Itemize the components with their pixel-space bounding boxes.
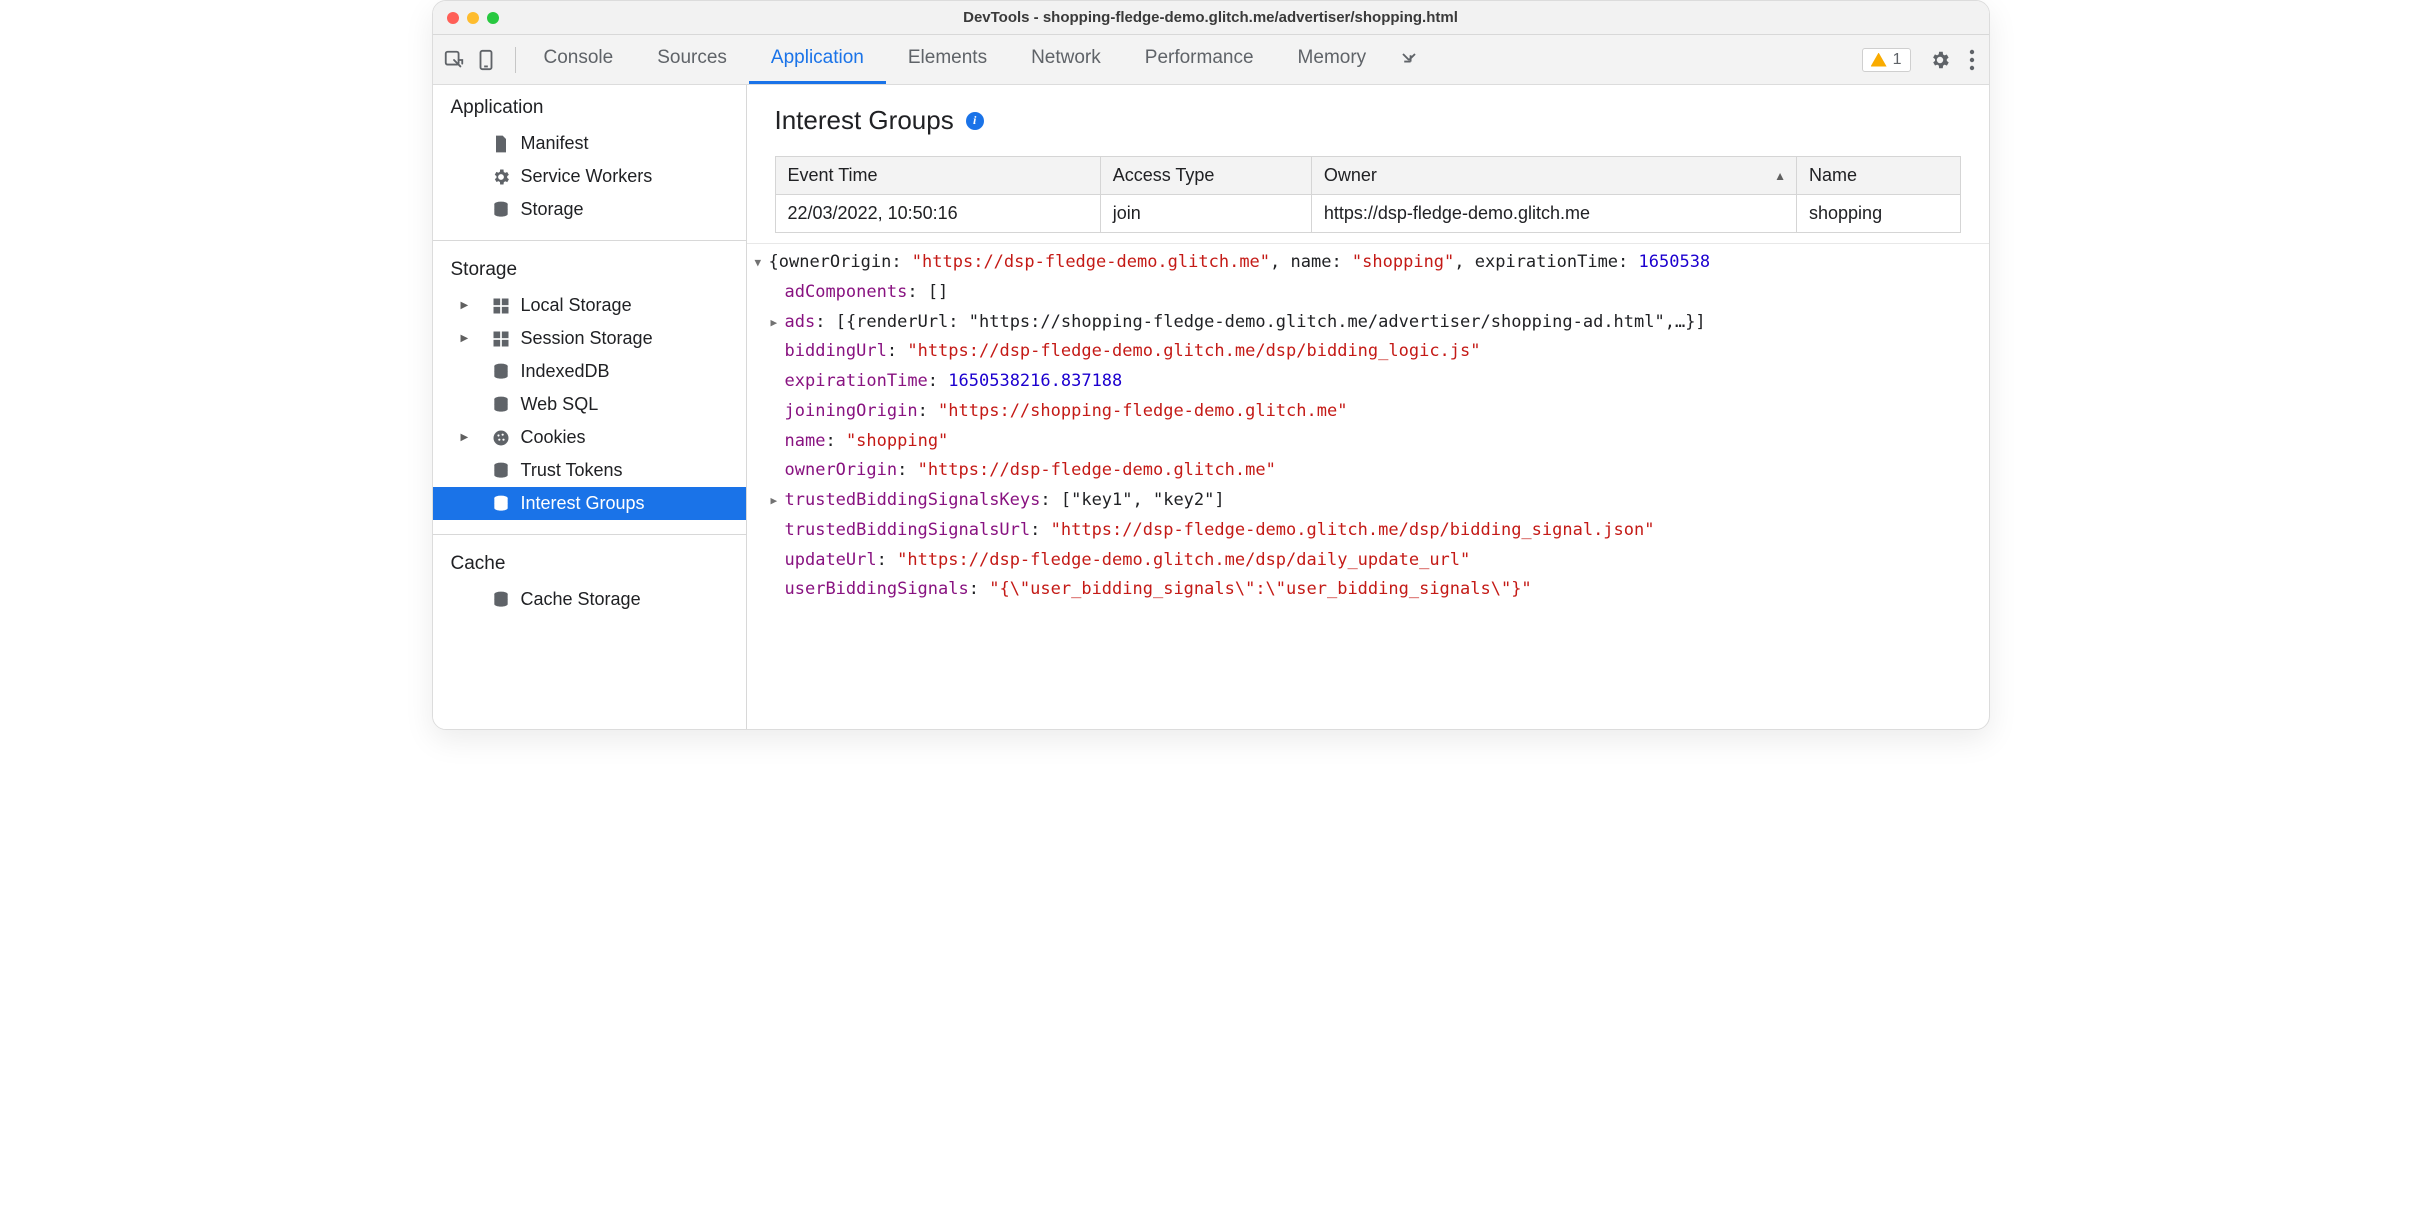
- window-title: DevTools - shopping-fledge-demo.glitch.m…: [433, 9, 1989, 26]
- table-row[interactable]: 22/03/2022, 10:50:16joinhttps://dsp-fled…: [775, 195, 1960, 233]
- sidebar-item-label: Cache Storage: [521, 589, 641, 610]
- tree-row[interactable]: trustedBiddingSignalsUrl: "https://dsp-f…: [755, 516, 1979, 546]
- tab-memory[interactable]: Memory: [1276, 35, 1389, 84]
- tree-row[interactable]: ▶trustedBiddingSignalsKeys: ["key1", "ke…: [755, 486, 1979, 516]
- application-sidebar: Application Manifest Service Workers Storag…: [433, 85, 747, 729]
- sidebar-item-label: Service Workers: [521, 166, 653, 187]
- sort-indicator-icon: ▲: [1774, 169, 1786, 183]
- devtools-tabs: ConsoleSourcesApplicationElementsNetwork…: [522, 35, 1389, 84]
- sidebar-item-trust-tokens[interactable]: Trust Tokens: [433, 454, 746, 487]
- settings-icon[interactable]: [1929, 49, 1951, 71]
- sidebar-item-label: Local Storage: [521, 295, 632, 316]
- sidebar-item-label: Session Storage: [521, 328, 653, 349]
- sidebar-item-manifest[interactable]: Manifest: [433, 127, 746, 160]
- tree-row[interactable]: ownerOrigin: "https://dsp-fledge-demo.gl…: [755, 456, 1979, 486]
- sidebar-item-indexeddb[interactable]: IndexedDB: [433, 355, 746, 388]
- traffic-lights[interactable]: [447, 12, 499, 24]
- file-icon: [491, 134, 511, 154]
- table-cell: https://dsp-fledge-demo.glitch.me: [1311, 195, 1796, 233]
- close-window-button[interactable]: [447, 12, 459, 24]
- sidebar-item-label: Interest Groups: [521, 493, 645, 514]
- panel-header: Interest Groups i: [747, 85, 1989, 150]
- tree-row[interactable]: expirationTime: 1650538216.837188: [755, 367, 1979, 397]
- kebab-menu-icon[interactable]: [1969, 49, 1975, 71]
- panel-title: Interest Groups: [775, 105, 954, 136]
- tab-performance[interactable]: Performance: [1123, 35, 1276, 84]
- sidebar-item-label: Manifest: [521, 133, 589, 154]
- more-tabs-icon[interactable]: [1388, 35, 1430, 84]
- db-icon: [491, 590, 511, 610]
- db-icon: [491, 395, 511, 415]
- sidebar-item-cookies[interactable]: Cookies: [433, 421, 746, 454]
- caret-down-icon[interactable]: ▼: [755, 253, 769, 272]
- tree-row[interactable]: userBiddingSignals: "{\"user_bidding_sig…: [755, 575, 1979, 605]
- tree-row[interactable]: updateUrl: "https://dsp-fledge-demo.glit…: [755, 546, 1979, 576]
- maximize-window-button[interactable]: [487, 12, 499, 24]
- tab-sources[interactable]: Sources: [635, 35, 749, 84]
- interest-groups-table: Event TimeAccess TypeOwner▲Name 22/03/20…: [775, 156, 1961, 233]
- tree-row[interactable]: joiningOrigin: "https://shopping-fledge-…: [755, 397, 1979, 427]
- sidebar-item-cache-storage[interactable]: Cache Storage: [433, 583, 746, 616]
- tree-row[interactable]: biddingUrl: "https://dsp-fledge-demo.gli…: [755, 337, 1979, 367]
- sidebar-item-label: Storage: [521, 199, 584, 220]
- devtools-window: DevTools - shopping-fledge-demo.glitch.m…: [432, 0, 1990, 730]
- sidebar-item-service-workers[interactable]: Service Workers: [433, 160, 746, 193]
- tab-elements[interactable]: Elements: [886, 35, 1009, 84]
- info-icon[interactable]: i: [966, 112, 984, 130]
- sidebar-item-web-sql[interactable]: Web SQL: [433, 388, 746, 421]
- db-icon: [491, 494, 511, 514]
- db-icon: [491, 362, 511, 382]
- table-cell: join: [1100, 195, 1311, 233]
- tab-application[interactable]: Application: [749, 35, 886, 84]
- table-cell: shopping: [1797, 195, 1960, 233]
- cookie-icon: [491, 428, 511, 448]
- db-icon: [491, 461, 511, 481]
- col-owner[interactable]: Owner▲: [1311, 157, 1796, 195]
- sidebar-item-local-storage[interactable]: Local Storage: [433, 289, 746, 322]
- tree-row[interactable]: name: "shopping": [755, 427, 1979, 457]
- warning-count: 1: [1893, 51, 1902, 69]
- sidebar-item-label: IndexedDB: [521, 361, 610, 382]
- tree-row[interactable]: ▼{ownerOrigin: "https://dsp-fledge-demo.…: [755, 248, 1979, 278]
- grid-icon: [491, 329, 511, 349]
- sidebar-item-session-storage[interactable]: Session Storage: [433, 322, 746, 355]
- db-icon: [491, 200, 511, 220]
- caret-right-icon[interactable]: ▶: [771, 491, 785, 510]
- main-panel: Interest Groups i Event TimeAccess TypeO…: [747, 85, 1989, 729]
- object-tree[interactable]: ▼{ownerOrigin: "https://dsp-fledge-demo.…: [747, 243, 1989, 625]
- sidebar-heading-storage: Storage: [433, 247, 746, 287]
- toolbar-divider: [515, 47, 516, 73]
- minimize-window-button[interactable]: [467, 12, 479, 24]
- sidebar-item-interest-groups[interactable]: Interest Groups: [433, 487, 746, 520]
- gear-icon: [491, 167, 511, 187]
- sidebar-item-label: Web SQL: [521, 394, 599, 415]
- issues-badge[interactable]: 1: [1862, 48, 1911, 72]
- grid-icon: [491, 296, 511, 316]
- warning-icon: [1871, 53, 1887, 67]
- tree-row[interactable]: ▶ads: [{renderUrl: "https://shopping-fle…: [755, 308, 1979, 338]
- inspect-element-icon[interactable]: [443, 49, 465, 71]
- sidebar-item-label: Trust Tokens: [521, 460, 623, 481]
- tab-network[interactable]: Network: [1009, 35, 1123, 84]
- tab-console[interactable]: Console: [522, 35, 636, 84]
- col-event-time[interactable]: Event Time: [775, 157, 1100, 195]
- col-name[interactable]: Name: [1797, 157, 1960, 195]
- window-titlebar: DevTools - shopping-fledge-demo.glitch.m…: [433, 1, 1989, 35]
- tree-row[interactable]: adComponents: []: [755, 278, 1979, 308]
- devtools-toolbar: ConsoleSourcesApplicationElementsNetwork…: [433, 35, 1989, 85]
- caret-right-icon[interactable]: ▶: [771, 313, 785, 332]
- table-cell: 22/03/2022, 10:50:16: [775, 195, 1100, 233]
- col-access-type[interactable]: Access Type: [1100, 157, 1311, 195]
- sidebar-heading-application: Application: [433, 85, 746, 125]
- sidebar-item-storage[interactable]: Storage: [433, 193, 746, 226]
- device-toggle-icon[interactable]: [475, 49, 497, 71]
- sidebar-item-label: Cookies: [521, 427, 586, 448]
- sidebar-heading-cache: Cache: [433, 541, 746, 581]
